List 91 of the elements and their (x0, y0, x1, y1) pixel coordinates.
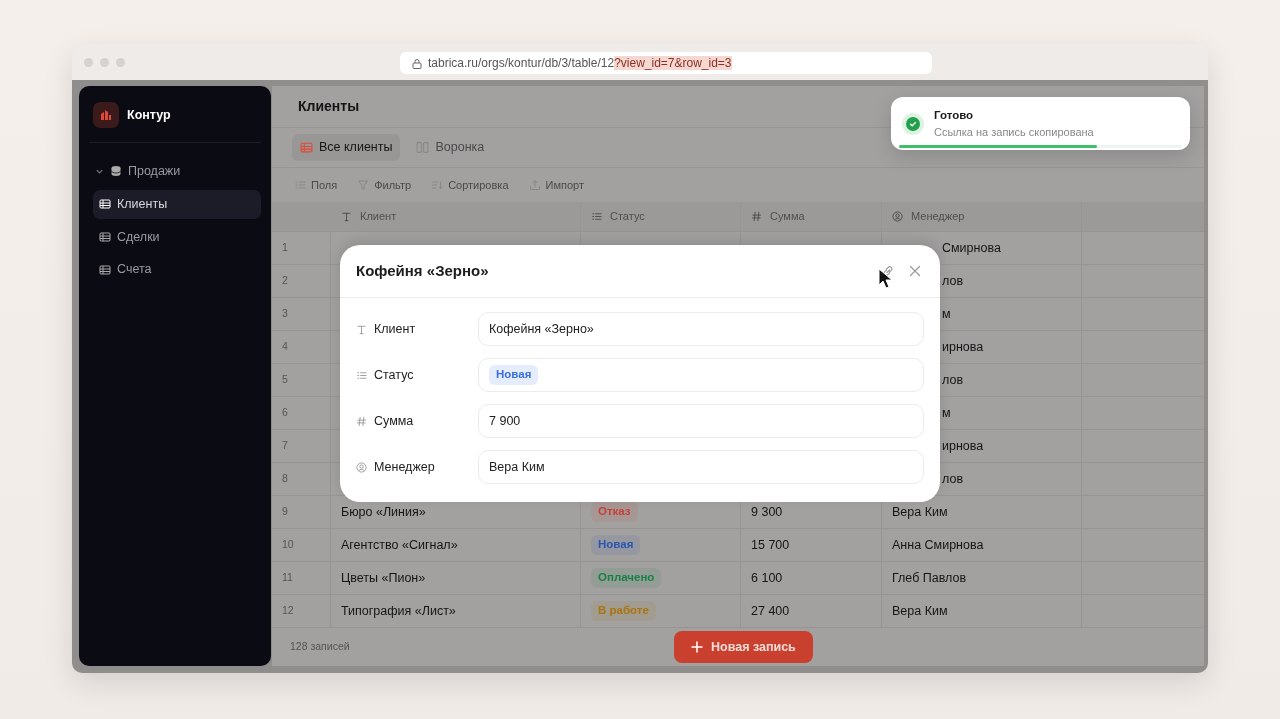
toolbar-button[interactable]: Поля (294, 176, 338, 194)
list-icon (356, 369, 367, 381)
tree-folder[interactable]: Продажи (89, 157, 261, 186)
workspace-name: Контур (127, 106, 171, 124)
row-number: 2 (282, 273, 288, 289)
table-cell-text: Глеб Павлов (892, 569, 967, 587)
input-field[interactable]: Кофейня «Зерно» (478, 312, 924, 346)
close-icon (909, 265, 921, 277)
user-icon (892, 211, 903, 222)
table-cell-text: 6 100 (751, 569, 783, 587)
toolbar-button[interactable]: Импорт (528, 176, 584, 194)
column-header[interactable]: Статус (581, 202, 741, 231)
status-select[interactable]: Новая (478, 358, 924, 392)
table-cell-text: 15 700 (751, 536, 790, 554)
building-icon (100, 109, 112, 121)
input-field[interactable]: Вера Ким (478, 450, 924, 484)
view-tab[interactable]: Воронка (408, 134, 493, 161)
column-header[interactable]: Сумма (741, 202, 882, 231)
row-number: 3 (282, 306, 288, 322)
table-icon (99, 198, 111, 211)
row-number: 5 (282, 372, 288, 388)
upload-icon (528, 179, 541, 191)
table-cell-text: м (942, 305, 951, 323)
table-cell-text: м (942, 404, 951, 422)
row-number: 1 (282, 240, 288, 256)
table-cell-text: Анна Смирнова (892, 536, 984, 554)
columns-icon (416, 141, 430, 154)
text-type-icon (341, 211, 352, 222)
table-cell-text: Агентство «Сигнал» (341, 536, 458, 554)
database-icon (110, 165, 122, 178)
sort-icon (431, 179, 444, 191)
new-record-button[interactable]: Новая запись (674, 631, 813, 663)
toast-title: Готово (934, 107, 975, 123)
plus-icon (691, 641, 703, 653)
hash-icon (356, 415, 367, 427)
table-cell-text: 27 400 (751, 602, 790, 620)
link-icon (881, 264, 895, 278)
table-cell-text: лов (942, 272, 964, 290)
field-label: Менеджер (374, 458, 435, 476)
status-tag: В работе (591, 601, 656, 621)
table-icon (99, 230, 111, 243)
table-cell-text: лов (942, 470, 964, 488)
column-header[interactable]: Клиент (331, 202, 581, 231)
table-icon (99, 263, 111, 276)
table-cell-text: Цветы «Пион» (341, 569, 426, 587)
url-text: tabrica.ru/orgs/kontur/db/3/table/12?view_id=7&row_id=3 (428, 55, 732, 72)
status-tag: Новая (591, 535, 641, 555)
row-number: 9 (282, 504, 288, 520)
tree-item[interactable]: Клиенты (93, 189, 261, 219)
table-cell-text: ирнова (942, 338, 984, 356)
status-tag: Отказ (591, 502, 638, 522)
field-label: Сумма (374, 412, 414, 430)
row-number: 8 (282, 471, 288, 487)
view-tab[interactable]: Все клиенты (292, 134, 401, 161)
field-label: Клиент (374, 320, 416, 338)
row-number: 6 (282, 405, 288, 421)
row-number: 7 (282, 438, 288, 454)
row-number: 4 (282, 339, 288, 355)
table-cell-text: 9 300 (751, 503, 783, 521)
table-cell-text: ирнова (942, 437, 984, 455)
row-number: 12 (282, 603, 294, 619)
column-header[interactable]: Менеджер (882, 202, 1082, 231)
row-number: 10 (282, 537, 294, 553)
table-cell-text: Смирнова (942, 239, 1001, 257)
table-icon (300, 141, 313, 154)
table-cell-text: Типография «Лист» (341, 602, 456, 620)
table-cell-text: лов (942, 371, 964, 389)
status-tag: Новая (489, 365, 539, 385)
field-label: Статус (374, 366, 414, 384)
text-type-icon (356, 323, 367, 335)
hash-icon (751, 211, 762, 222)
page-title: Клиенты (298, 97, 360, 116)
table-cell-text: Бюро «Линия» (341, 503, 426, 521)
table-cell-text: Вера Ким (892, 602, 948, 620)
address-bar[interactable]: tabrica.ru/orgs/kontur/db/3/table/12?view_id=7&row_id=3 (400, 52, 932, 74)
toast-message: Ссылка на запись скопирована (934, 124, 1094, 140)
lock-icon (412, 57, 422, 69)
status-tag: Оплачено (591, 568, 662, 588)
dialog-title: Кофейня «Зерно» (356, 260, 490, 281)
cursor-icon (878, 268, 894, 290)
filter-icon (357, 179, 370, 191)
row-number: 11 (282, 570, 293, 586)
toolbar-button[interactable]: Сортировка (431, 176, 509, 194)
list-icon (591, 211, 602, 222)
input-field[interactable]: 7 900 (478, 404, 924, 438)
tree-item[interactable]: Счета (93, 255, 261, 284)
toolbar-button[interactable]: Фильтр (357, 176, 412, 194)
user-icon (356, 461, 367, 473)
tree-item[interactable]: Сделки (93, 222, 261, 252)
table-cell-text: Вера Ким (892, 503, 948, 521)
record-count: 128 записей (290, 639, 350, 655)
